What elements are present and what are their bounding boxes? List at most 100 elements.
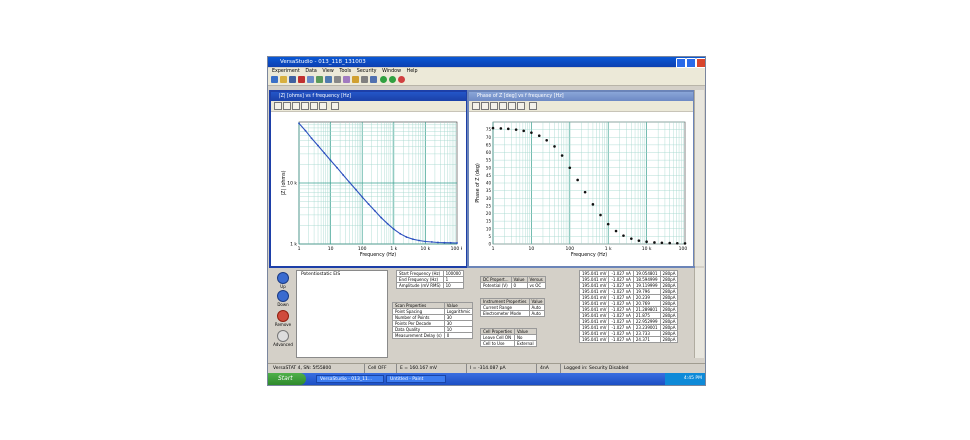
- taskbar: Start VersaStudio - 013_11... Untitled -…: [268, 373, 705, 385]
- frequency-params-table: Start Frequency (Hz) 100000 End Frequency…: [396, 270, 464, 289]
- y-tick-label: 1 k: [290, 242, 297, 248]
- cell[interactable]: 0: [510, 282, 528, 289]
- cell: Measurement Delay (s): [392, 332, 445, 339]
- cell: -1.027 nA: [608, 282, 634, 289]
- cell: 195.041 mV: [578, 300, 610, 307]
- data-point: [591, 203, 595, 206]
- cell[interactable]: 0: [443, 332, 474, 339]
- abort-icon[interactable]: [398, 76, 405, 83]
- menu-data[interactable]: Data: [305, 68, 316, 75]
- x-tick-label: 1 k: [605, 246, 612, 252]
- settings-icon[interactable]: [529, 102, 537, 110]
- cell: 195.041 mV: [578, 288, 610, 295]
- phase-chart: 1101001 k10 k100 k7570656055504540353025…: [475, 121, 689, 258]
- data-point: [645, 240, 648, 244]
- potential-readout: E = 160.167 mV: [396, 364, 437, 373]
- filter-icon[interactable]: [343, 76, 350, 83]
- cell[interactable]: Logarithmic: [443, 308, 474, 315]
- run-next-icon[interactable]: [389, 76, 396, 83]
- save-icon[interactable]: [289, 76, 296, 83]
- taskbar-item-versastudio[interactable]: VersaStudio - 013_11...: [316, 375, 384, 383]
- start-button[interactable]: Start: [268, 373, 306, 385]
- data-point: [553, 145, 556, 148]
- table-row[interactable]: 195.041 mV -1.027 nA 22.952999 280pA: [578, 318, 679, 325]
- cursor-icon[interactable]: [499, 102, 507, 110]
- current-readout: I = -314.087 pA: [466, 364, 506, 373]
- cell: 280pA: [659, 270, 679, 277]
- cell: 195.041 mV: [578, 270, 610, 277]
- pan-icon[interactable]: [283, 102, 291, 110]
- down-label: Down: [277, 302, 289, 307]
- sequence-item[interactable]: Potentiostatic EIS: [297, 271, 387, 278]
- table-row[interactable]: 195.041 mV -1.027 nA 18.594999 280pA: [578, 276, 679, 283]
- y-tick-label: 15: [486, 219, 492, 224]
- stop-icon[interactable]: [370, 76, 377, 83]
- cell[interactable]: External: [513, 340, 537, 347]
- grid-icon[interactable]: [325, 76, 332, 83]
- menu-help[interactable]: Help: [407, 68, 418, 75]
- run-icon[interactable]: [380, 76, 387, 83]
- table-row[interactable]: 195.041 mV -1.027 nA 19.796 280pA: [578, 288, 679, 295]
- menu-experiment[interactable]: Experiment: [272, 68, 300, 75]
- data-point: [380, 216, 383, 219]
- pan-icon[interactable]: [481, 102, 489, 110]
- data-point: [449, 241, 452, 244]
- taskbar-item-paint[interactable]: Untitled - Paint: [386, 375, 446, 383]
- cell[interactable]: Auto: [528, 310, 546, 317]
- vertical-scrollbar[interactable]: [694, 90, 704, 266]
- up-label: Up: [280, 284, 286, 289]
- settings-icon[interactable]: [331, 102, 339, 110]
- table-row[interactable]: 195.041 mV -1.027 nA 23.733 280pA: [578, 330, 679, 337]
- data-scrollbar[interactable]: [694, 268, 704, 358]
- table-row[interactable]: 195.041 mV -1.027 nA 21.289801 280pA: [578, 306, 679, 313]
- print-graph-icon[interactable]: [517, 102, 525, 110]
- copy-icon[interactable]: [307, 76, 314, 83]
- chart-icon[interactable]: [316, 76, 323, 83]
- up-button[interactable]: Up: [271, 272, 295, 289]
- cell: 195.041 mV: [578, 282, 610, 289]
- menu-security[interactable]: Security: [357, 68, 377, 75]
- copy-graph-icon[interactable]: [310, 102, 318, 110]
- param-value[interactable]: 10: [442, 282, 464, 289]
- down-button[interactable]: Down: [271, 290, 295, 307]
- data-point: [506, 127, 510, 131]
- cell[interactable]: vs OC: [526, 282, 546, 289]
- data-point: [622, 234, 625, 237]
- zoom-icon[interactable]: [472, 102, 480, 110]
- new-icon[interactable]: [271, 76, 278, 83]
- table-row[interactable]: 195.041 mV -1.027 nA 19.054801 280pA: [578, 270, 679, 277]
- cell: 280pA: [659, 294, 679, 301]
- column-header: Instrument Properties: [480, 298, 530, 305]
- autoscale-icon[interactable]: [490, 102, 498, 110]
- table-row[interactable]: 195.041 mV -1.027 nA 20.239 280pA: [578, 294, 679, 301]
- menu-tools[interactable]: Tools: [339, 68, 351, 75]
- copy-graph-icon[interactable]: [508, 102, 516, 110]
- remove-button[interactable]: Remove: [271, 310, 295, 327]
- pane-toolbar: [271, 101, 466, 112]
- cursor-icon[interactable]: [301, 102, 309, 110]
- table-row[interactable]: 195.041 mV -1.027 nA 24.371 280pA: [578, 336, 679, 343]
- print-icon[interactable]: [334, 76, 341, 83]
- cut-icon[interactable]: [352, 76, 359, 83]
- table-row[interactable]: 195.041 mV -1.027 nA 19.119999 280pA: [578, 282, 679, 289]
- open-icon[interactable]: [280, 76, 287, 83]
- table-row[interactable]: 195.041 mV -1.027 nA 21.875 280pA: [578, 312, 679, 319]
- table-row[interactable]: 195.041 mV -1.027 nA 23.239001 280pA: [578, 324, 679, 331]
- menu-view[interactable]: View: [322, 68, 333, 75]
- cell: -1.027 nA: [608, 336, 634, 343]
- pause-icon[interactable]: [361, 76, 368, 83]
- autoscale-icon[interactable]: [292, 102, 300, 110]
- close-button[interactable]: [696, 58, 705, 68]
- menu-window[interactable]: Window: [382, 68, 401, 75]
- param-value[interactable]: 100000: [442, 270, 464, 277]
- advanced-button[interactable]: Advanced: [271, 330, 295, 347]
- cell: 195.041 mV: [578, 276, 610, 283]
- zoom-icon[interactable]: [274, 102, 282, 110]
- print-graph-icon[interactable]: [319, 102, 327, 110]
- table-row[interactable]: 195.041 mV -1.027 nA 20.769 280pA: [578, 300, 679, 307]
- data-point: [683, 242, 687, 245]
- delete-icon[interactable]: [298, 76, 305, 83]
- maximize-button[interactable]: [686, 58, 696, 68]
- minimize-button[interactable]: [676, 58, 686, 68]
- versastudio-window: VersaStudio - 013_118_131003 Experiment …: [267, 56, 706, 386]
